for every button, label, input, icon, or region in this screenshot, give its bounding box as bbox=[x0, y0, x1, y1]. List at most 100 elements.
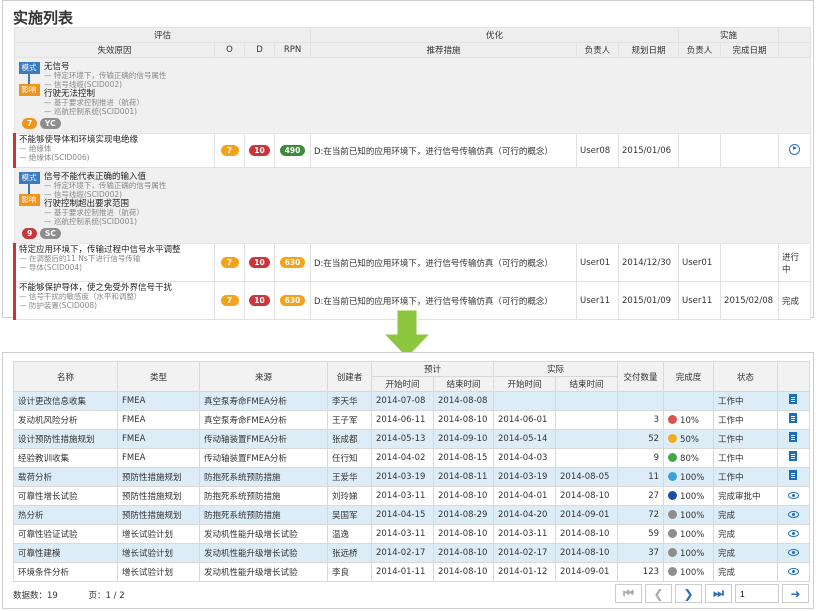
action-cell bbox=[777, 543, 811, 563]
header-completion[interactable]: 完成度 bbox=[663, 361, 715, 392]
completion-text: 100% bbox=[680, 529, 705, 540]
table-row[interactable]: 发动机风险分析 FMEA 真空泵寿命FMEA分析 王子军 2014-06-11 2014-… bbox=[13, 410, 811, 430]
actual-start: 2014-05-14 bbox=[493, 429, 557, 449]
header-source[interactable]: 来源 bbox=[199, 361, 328, 392]
actual-end: 2014-08-10 bbox=[555, 486, 619, 506]
completion-cell: 100% bbox=[663, 505, 715, 525]
cause-cell: 特定应用环境下，传输过程中信号水平调整 — 在调整后的11 Ns下进行信号传输 … bbox=[13, 243, 215, 282]
task-source: 防抱死系统预防措施 bbox=[199, 467, 328, 487]
completion-text: 100% bbox=[680, 548, 705, 559]
doc-icon[interactable] bbox=[788, 451, 799, 462]
completion-text: 100% bbox=[680, 567, 705, 578]
task-source: 防抱死系统预防措施 bbox=[199, 505, 328, 525]
planned-start: 2014-01-11 bbox=[371, 562, 434, 582]
doc-icon[interactable] bbox=[788, 413, 799, 424]
first-page-button[interactable]: ⏮ bbox=[615, 584, 642, 603]
completion-cell: 100% bbox=[663, 467, 715, 487]
actual-start bbox=[493, 391, 557, 411]
completion-text: 50% bbox=[680, 434, 699, 445]
measure-text: D:在当前已知的应用环境下，进行信号传输仿真（可行的概念） bbox=[310, 243, 578, 282]
deliverable-count: 72 bbox=[617, 505, 665, 525]
fmea-table: 评估 优化 实施 失效原因 O D RPN 推荐措施 负责人 规划日期 负责人 … bbox=[13, 27, 812, 320]
mode-connector bbox=[28, 184, 30, 194]
completion-text: 100% bbox=[680, 510, 705, 521]
completion-cell: 100% bbox=[663, 562, 715, 582]
play-icon[interactable] bbox=[789, 143, 801, 155]
header-deliverables[interactable]: 交付数量 bbox=[617, 361, 665, 392]
header-actual-start[interactable]: 开始时间 bbox=[493, 376, 557, 392]
task-type: FMEA bbox=[117, 448, 200, 468]
owner-text: User01 bbox=[576, 243, 620, 282]
planned-start: 2014-07-08 bbox=[371, 391, 434, 411]
planned-end: 2014-08-10 bbox=[432, 410, 495, 430]
table-row[interactable]: 经验教训收集 FMEA 传动轴装置FMEA分析 任行知 2014-04-02 2014-0… bbox=[13, 448, 811, 468]
doc-icon[interactable] bbox=[788, 394, 799, 405]
plan-date-text: 2015/01/06 bbox=[618, 133, 680, 168]
task-type: FMEA bbox=[117, 391, 200, 411]
completion-text: 10% bbox=[680, 415, 699, 426]
header-start[interactable]: 开始时间 bbox=[371, 376, 434, 392]
actual-end: 2014-08-05 bbox=[555, 467, 619, 487]
task-type: 预防性措施规划 bbox=[117, 486, 200, 506]
action-cell bbox=[777, 391, 811, 411]
actual-start: 2014-04-03 bbox=[493, 448, 557, 468]
table-row[interactable]: 热分析 预防性措施规划 防抱死系统预防措施 吴国军 2014-04-15 2014-08-… bbox=[13, 505, 811, 525]
header-type[interactable]: 类型 bbox=[117, 361, 200, 392]
task-name: 经验教训收集 bbox=[13, 448, 118, 468]
severity-badge: 9 bbox=[22, 228, 38, 239]
cause-sub: — 导体(SCID004) bbox=[19, 262, 83, 272]
doc-icon[interactable] bbox=[788, 432, 799, 443]
header-actual-end[interactable]: 结束时间 bbox=[555, 376, 619, 392]
page-number-input[interactable] bbox=[735, 584, 779, 603]
mode-sub: — 信号线缆(SCID002) bbox=[44, 79, 123, 89]
d-badge: 10 bbox=[249, 257, 270, 268]
implementation-list-panel: 实施列表 评估 优化 实施 失效原因 O D RPN 推荐措施 负责人 规划日期… bbox=[2, 0, 814, 320]
header-action bbox=[778, 42, 812, 58]
table-row[interactable]: 设计更改信息收集 FMEA 真空泵寿命FMEA分析 李天华 2014-07-08 2014… bbox=[13, 391, 811, 411]
header-end[interactable]: 结束时间 bbox=[432, 376, 495, 392]
table-row[interactable]: 可靠性建模 增长试验计划 发动机性能升级增长试验 张远桥 2014-02-17 2014-… bbox=[13, 543, 811, 563]
mode-sub: — 信号线缆(SCID002) bbox=[44, 189, 123, 199]
last-page-button[interactable]: ⏭ bbox=[705, 584, 732, 603]
prev-page-button[interactable]: ❮ bbox=[645, 584, 672, 603]
header-creator[interactable]: 创建者 bbox=[327, 361, 372, 392]
severity-badge: 7 bbox=[22, 118, 38, 129]
completion-dot-icon bbox=[668, 414, 678, 424]
table-row[interactable]: 环境条件分析 增长试验计划 发动机性能升级增长试验 李良 2014-01-11 2014-… bbox=[13, 562, 811, 582]
cause-row[interactable]: 特定应用环境下，传输过程中信号水平调整 — 在调整后的11 Ns下进行信号传输 … bbox=[13, 243, 812, 282]
eye-icon[interactable] bbox=[788, 568, 800, 575]
planned-start: 2014-02-17 bbox=[371, 543, 434, 563]
eye-icon[interactable] bbox=[788, 511, 800, 518]
done-date-text bbox=[720, 133, 780, 168]
actual-end: 2014-09-01 bbox=[555, 505, 619, 525]
failure-mode-group: 模式 影响 无信号 — 特定环境下，传输正确的信号属性 — 信号线缆(SCID0… bbox=[13, 57, 812, 134]
eye-icon[interactable] bbox=[788, 492, 800, 499]
task-name: 设计预防性措施规划 bbox=[13, 429, 118, 449]
task-creator: 温逸 bbox=[327, 524, 372, 544]
go-page-button[interactable]: ➜ bbox=[782, 584, 809, 603]
cause-sub: — 绝缘体(SCID006) bbox=[19, 152, 90, 162]
measure-text: D:在当前已知的应用环境下，进行信号传输仿真（可行的概念） bbox=[310, 281, 578, 320]
header-name[interactable]: 名称 bbox=[13, 361, 118, 392]
action-cell bbox=[777, 562, 811, 582]
effect-sub: — 巡航控制系统(SCID001) bbox=[44, 216, 138, 226]
actual-end: 2014-09-01 bbox=[555, 562, 619, 582]
task-creator: 吴国军 bbox=[327, 505, 372, 525]
planned-start: 2014-04-15 bbox=[371, 505, 434, 525]
actual-start: 2014-03-19 bbox=[493, 467, 557, 487]
header-status[interactable]: 状态 bbox=[713, 361, 779, 392]
eye-icon[interactable] bbox=[788, 530, 800, 537]
table-row[interactable]: 可靠性验证试验 增长试验计划 发动机性能升级增长试验 温逸 2014-03-11 2014… bbox=[13, 524, 811, 544]
action-cell bbox=[777, 429, 811, 449]
table-row[interactable]: 设计预防性措施规划 FMEA 传动轴装置FMEA分析 张成都 2014-05-13 201… bbox=[13, 429, 811, 449]
table-row[interactable]: 载荷分析 预防性措施规划 防抱死系统预防措施 王爱华 2014-03-19 2014-08… bbox=[13, 467, 811, 487]
completion-cell bbox=[663, 391, 715, 411]
task-source: 防抱死系统预防措施 bbox=[199, 486, 328, 506]
next-page-button[interactable]: ❯ bbox=[675, 584, 702, 603]
eye-icon[interactable] bbox=[788, 549, 800, 556]
cause-cell: 不能够保护导体，使之免受外界信号干扰 — 信号干扰的敏感度（水平和调整） — 防… bbox=[13, 281, 215, 320]
task-type: 预防性措施规划 bbox=[117, 467, 200, 487]
cause-row[interactable]: 不能够使导体和环境实现电绝缘 — 绝缘体 — 绝缘体(SCID006) 7 10… bbox=[13, 133, 812, 168]
doc-icon[interactable] bbox=[788, 470, 799, 481]
table-row[interactable]: 可靠性增长试验 预防性措施规划 防抱死系统预防措施 刘玲娣 2014-03-11 2014… bbox=[13, 486, 811, 506]
